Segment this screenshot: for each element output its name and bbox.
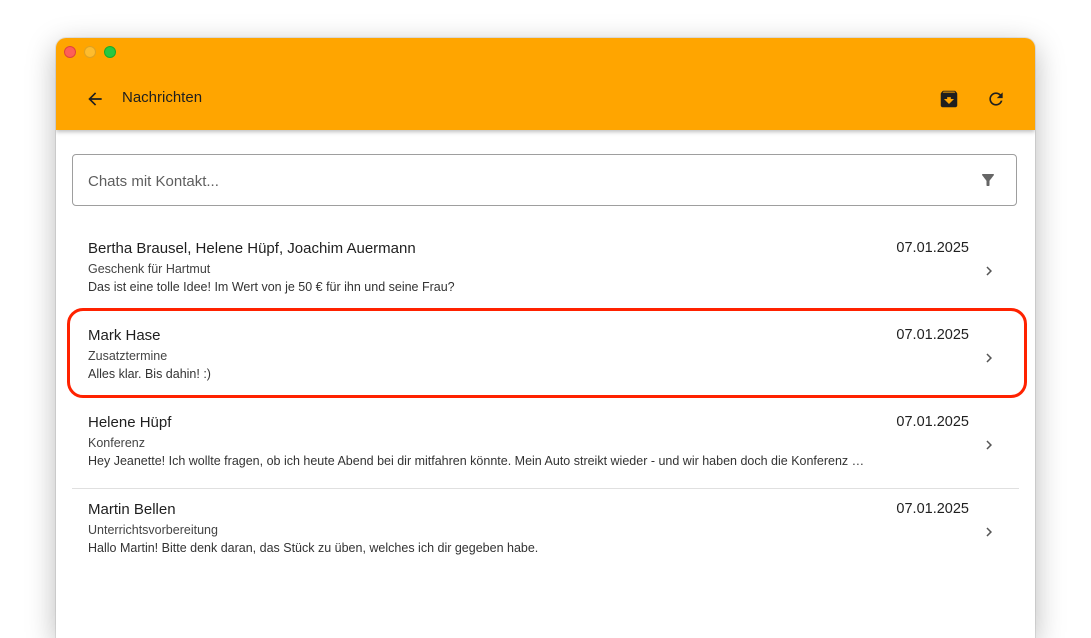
archive-button[interactable] — [935, 85, 963, 113]
window-close-button[interactable] — [64, 46, 76, 58]
page-title: Nachrichten — [122, 89, 203, 106]
chat-preview: Hallo Martin! Bitte denk daran, das Stüc… — [88, 541, 539, 555]
chat-list: Bertha Brausel, Helene Hüpf, Joachim Aue… — [72, 228, 1019, 576]
chevron-right-icon — [979, 348, 999, 368]
chat-participants: Helene Hüpf — [88, 414, 172, 431]
refresh-button[interactable] — [982, 85, 1010, 113]
filter-button[interactable] — [978, 170, 998, 190]
archive-icon — [940, 90, 958, 108]
chat-date: 07.01.2025 — [896, 501, 969, 517]
chevron-right-icon — [979, 435, 999, 455]
chat-participants: Bertha Brausel, Helene Hüpf, Joachim Aue… — [88, 240, 416, 257]
chat-subject: Geschenk für Hartmut — [88, 262, 211, 276]
arrow-left-icon — [88, 92, 102, 106]
chat-preview: Das ist eine tolle Idee! Im Wert von je … — [88, 280, 455, 294]
chat-preview: Hey Jeanette! Ich wollte fragen, ob ich … — [88, 454, 873, 468]
chat-list-item[interactable]: Martin Bellen Unterrichtsvorbereitung Ha… — [72, 489, 1019, 576]
window-minimize-button[interactable] — [84, 46, 96, 58]
chat-preview: Alles klar. Bis dahin! :) — [88, 367, 211, 381]
chat-subject: Unterrichtsvorbereitung — [88, 523, 218, 537]
chat-subject: Zusatztermine — [88, 349, 168, 363]
chat-date: 07.01.2025 — [896, 414, 969, 430]
search-field[interactable] — [72, 154, 1017, 207]
chat-list-item[interactable]: Mark Hase Zusatztermine Alles klar. Bis … — [72, 315, 1019, 402]
back-button[interactable] — [82, 86, 108, 112]
chat-subject: Konferenz — [88, 436, 145, 450]
chat-participants: Martin Bellen — [88, 501, 176, 518]
filter-icon — [982, 174, 994, 186]
refresh-icon — [989, 92, 1003, 106]
app-window: Nachrichten Bertha Brausel, Helene Hüpf,… — [56, 38, 1035, 638]
search-input[interactable] — [86, 155, 970, 207]
chat-participants: Mark Hase — [88, 327, 161, 344]
window-maximize-button[interactable] — [104, 46, 116, 58]
chat-date: 07.01.2025 — [896, 240, 969, 256]
app-header: Nachrichten — [56, 38, 1035, 130]
chat-date: 07.01.2025 — [896, 327, 969, 343]
chat-list-panel: Bertha Brausel, Helene Hüpf, Joachim Aue… — [56, 130, 1035, 638]
chevron-right-icon — [979, 522, 999, 542]
chevron-right-icon — [979, 261, 999, 281]
chat-list-item[interactable]: Bertha Brausel, Helene Hüpf, Joachim Aue… — [72, 228, 1019, 315]
chat-list-item[interactable]: Helene Hüpf Konferenz Hey Jeanette! Ich … — [72, 402, 1019, 489]
